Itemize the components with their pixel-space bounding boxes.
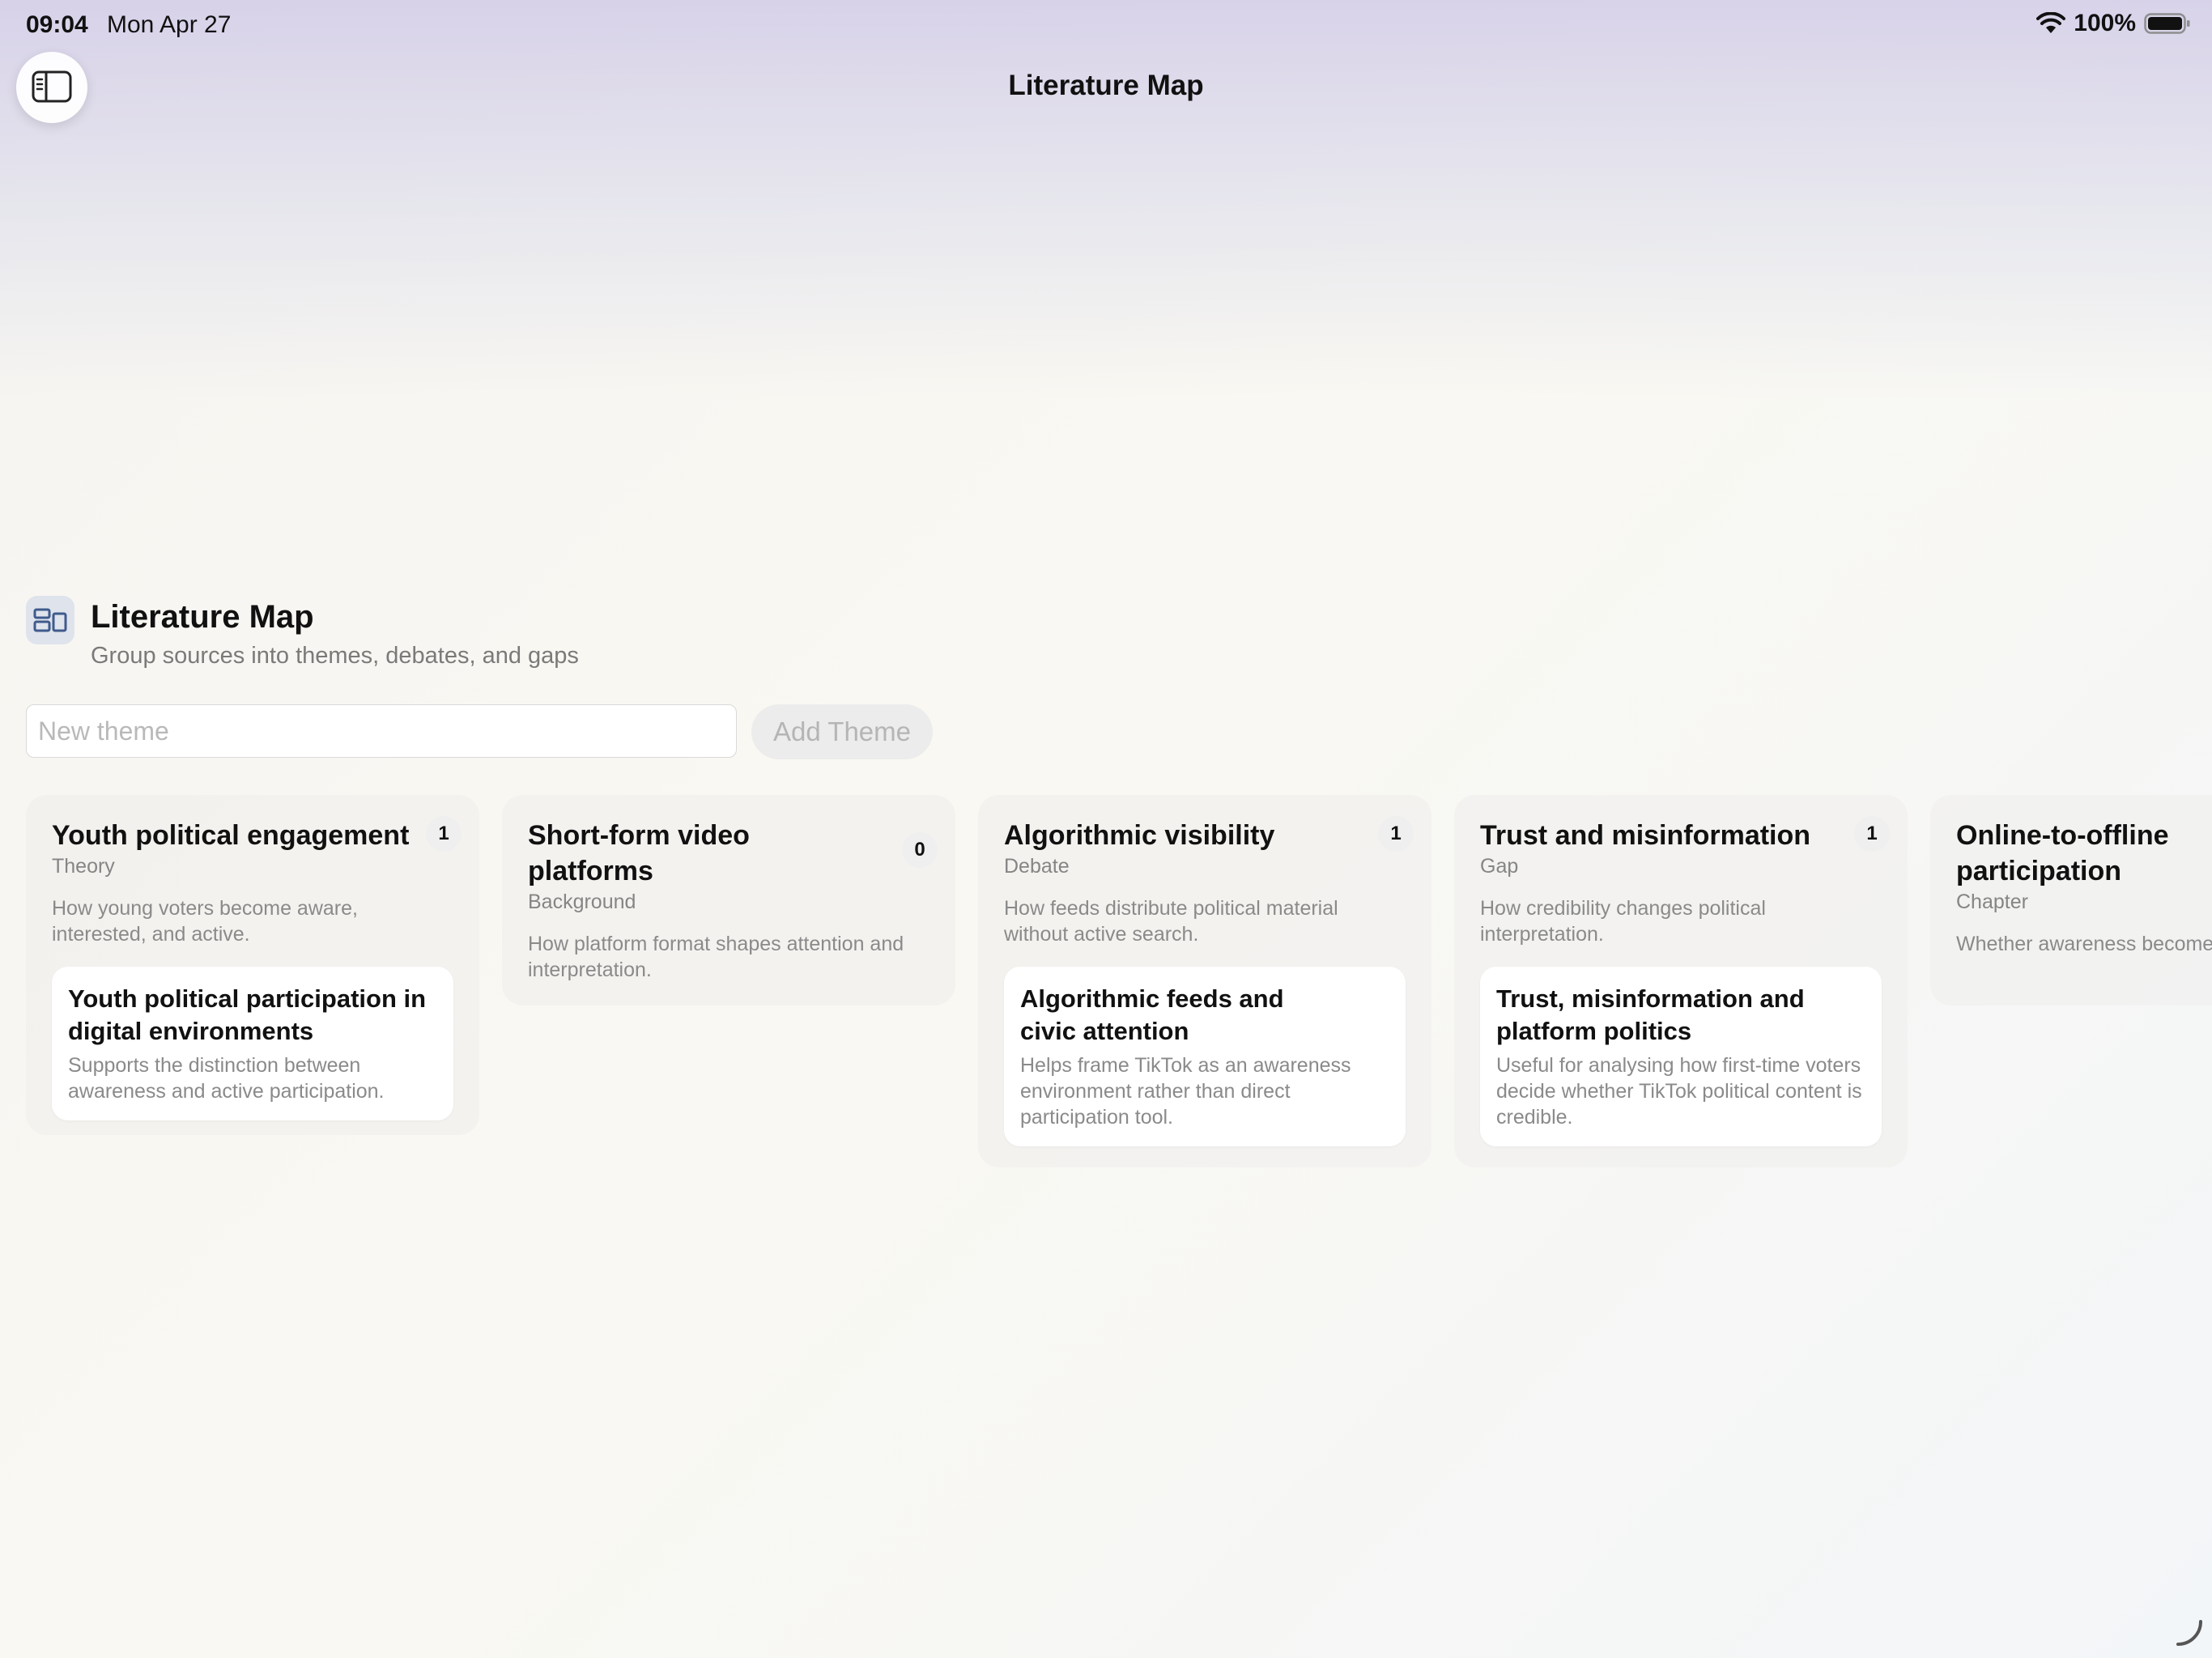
new-theme-input[interactable] bbox=[26, 704, 737, 758]
source-card[interactable]: Algorithmic feeds and civic attention He… bbox=[1004, 967, 1406, 1146]
battery-icon bbox=[2144, 12, 2191, 35]
theme-description: How feeds distribute political material … bbox=[1004, 897, 1338, 946]
source-title: Youth political participation in digital… bbox=[68, 984, 427, 1045]
page-subtitle: Group sources into themes, debates, and … bbox=[91, 643, 579, 669]
theme-column[interactable]: Trust and misinformation Gap 1 How credi… bbox=[1454, 795, 1908, 1167]
theme-type: Background bbox=[528, 891, 636, 913]
source-card[interactable]: Youth political participation in digital… bbox=[52, 967, 453, 1120]
source-count-badge: 1 bbox=[426, 816, 462, 852]
source-count-badge: 0 bbox=[902, 832, 938, 868]
theme-column[interactable]: Youth political engagement Theory 1 How … bbox=[26, 795, 479, 1135]
theme-title: Youth political engagement bbox=[52, 820, 410, 851]
wifi-icon bbox=[2036, 12, 2066, 35]
theme-column[interactable]: Algorithmic visibility Debate 1 How feed… bbox=[978, 795, 1431, 1167]
theme-board: Youth political engagement Theory 1 How … bbox=[0, 0, 2212, 1658]
theme-title: Short-form video platforms bbox=[528, 820, 750, 886]
source-title: Algorithmic feeds and civic attention bbox=[1020, 984, 1284, 1045]
status-bar: 09:04 Mon Apr 27 100% bbox=[0, 0, 2212, 53]
theme-description: How young voters become aware, intereste… bbox=[52, 897, 358, 946]
theme-title: Online-to-offline participation bbox=[1956, 820, 2169, 886]
theme-description: How credibility changes political interp… bbox=[1480, 897, 1766, 946]
theme-title: Trust and misinformation bbox=[1480, 820, 1811, 851]
theme-column[interactable]: Short-form video platforms Background 0 … bbox=[502, 795, 955, 1005]
source-note: Useful for analysing how first-time vote… bbox=[1496, 1054, 1862, 1129]
source-card[interactable]: Trust, misinformation and platform polit… bbox=[1480, 967, 1882, 1146]
theme-column[interactable]: Online-to-offline participation Chapter … bbox=[1930, 795, 2212, 1005]
battery-percentage: 100% bbox=[2074, 10, 2136, 36]
theme-type: Debate bbox=[1004, 855, 1070, 878]
resize-handle-icon[interactable] bbox=[2175, 1618, 2204, 1652]
page-title: Literature Map bbox=[91, 599, 314, 635]
source-title: Trust, misinformation and platform polit… bbox=[1496, 984, 1805, 1045]
source-count-badge: 1 bbox=[1378, 816, 1414, 852]
theme-description: How platform format shapes attention and… bbox=[528, 933, 904, 981]
status-time: 09:04 bbox=[26, 11, 88, 38]
theme-type: Gap bbox=[1480, 855, 1519, 878]
source-note: Helps frame TikTok as an awareness envir… bbox=[1020, 1054, 1351, 1129]
source-note: Supports the distinction between awarene… bbox=[68, 1054, 385, 1103]
theme-title: Algorithmic visibility bbox=[1004, 820, 1275, 851]
nav-title: Literature Map bbox=[1008, 70, 1204, 101]
board-layout-icon bbox=[26, 596, 74, 644]
theme-type: Chapter bbox=[1956, 891, 2028, 913]
status-indicators: 100% bbox=[2036, 10, 2191, 37]
theme-type: Theory bbox=[52, 855, 115, 878]
status-date: Mon Apr 27 bbox=[107, 11, 232, 38]
source-count-badge: 1 bbox=[1854, 816, 1890, 852]
add-theme-button[interactable]: Add Theme bbox=[751, 704, 933, 759]
theme-description: Whether awareness become bbox=[1956, 933, 2212, 955]
